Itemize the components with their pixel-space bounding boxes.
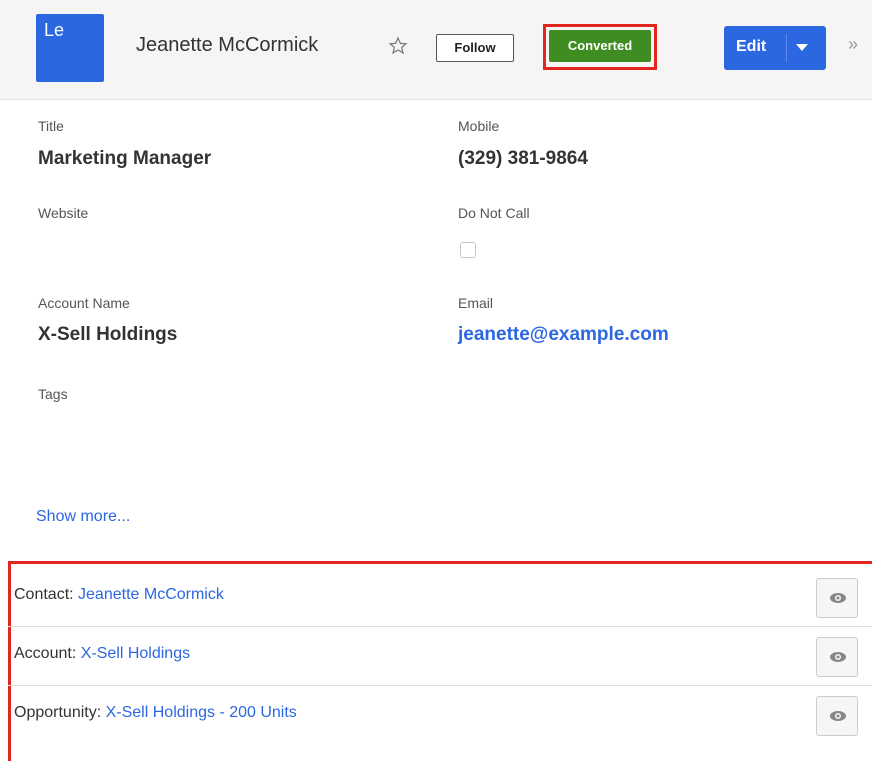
mobile-value: (329) 381-9864 [458,148,588,169]
tags-label: Tags [38,386,68,402]
show-more-link[interactable]: Show more... [36,508,130,526]
edit-label: Edit [736,38,767,55]
title-value: Marketing Manager [38,148,212,169]
website-label: Website [38,205,89,221]
converted-status-badge: Converted [549,30,651,62]
eye-icon [830,652,846,662]
follow-button[interactable]: Follow [436,34,514,62]
record-header: Le Jeanette McCormick Follow Converted E… [0,0,872,100]
email-label: Email [458,295,494,311]
do-not-call-label: Do Not Call [458,205,530,221]
related-text: Account: X-Sell Holdings [14,645,190,663]
preview-button[interactable] [816,637,858,677]
edit-divider [786,34,787,62]
module-avatar: Le [36,14,104,82]
related-prefix: Account: [14,645,81,662]
more-actions-icon[interactable]: » [848,34,858,55]
chevron-down-icon[interactable] [796,44,808,51]
related-prefix: Opportunity: [14,704,106,721]
preview-button[interactable] [816,578,858,618]
email-link[interactable]: jeanette@example.com [458,324,669,346]
edit-button[interactable]: Edit [724,26,826,70]
related-row-contact: Contact: Jeanette McCormick [8,568,872,627]
opportunity-link[interactable]: X-Sell Holdings - 200 Units [106,704,297,721]
contact-link[interactable]: Jeanette McCormick [78,586,224,603]
related-row-opportunity: Opportunity: X-Sell Holdings - 200 Units [8,686,872,744]
account-link[interactable]: X-Sell Holdings [81,645,190,662]
do-not-call-checkbox[interactable] [460,242,476,258]
related-text: Contact: Jeanette McCormick [14,586,224,604]
avatar-text: Le [44,20,65,40]
preview-button[interactable] [816,696,858,736]
mobile-label: Mobile [458,118,500,134]
favorite-star-icon[interactable] [388,36,408,56]
account-name-label: Account Name [38,295,130,311]
related-prefix: Contact: [14,586,79,603]
account-name-value: X-Sell Holdings [38,324,178,345]
eye-icon [830,593,846,603]
title-label: Title [38,118,64,134]
related-text: Opportunity: X-Sell Holdings - 200 Units [14,704,297,722]
record-name: Jeanette McCormick [136,34,319,56]
related-row-account: Account: X-Sell Holdings [8,627,872,686]
eye-icon [830,711,846,721]
